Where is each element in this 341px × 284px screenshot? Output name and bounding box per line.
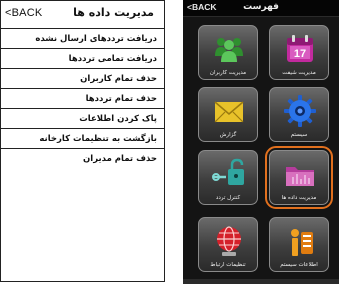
list-item-delete-all-records[interactable]: حذف تمام ترددها <box>1 89 164 109</box>
tile-report[interactable]: گزارش <box>198 87 258 142</box>
tile-system[interactable]: سیستم <box>269 87 329 142</box>
left-header: <BACK مدیریت داده ها <box>1 1 164 29</box>
tile-system-info[interactable]: اطلاعات سیستم <box>269 217 329 272</box>
folder-icon <box>286 167 314 186</box>
bottom-bar <box>183 279 339 284</box>
list-item-label: حذف تمام مدیران <box>83 154 157 164</box>
tile-label: گزارش <box>219 132 237 138</box>
list-item-delete-all-admins[interactable]: حذف تمام مدیران <box>1 149 164 169</box>
tile-label: سیستم <box>290 132 308 138</box>
main-menu-screen: <BACK فهرست 17 مدیریت شیفت مدیریت کاربرا… <box>183 0 339 284</box>
menu-header: <BACK فهرست <box>183 0 339 17</box>
tile-label: تنظیمات ارتباط <box>210 262 246 268</box>
tile-data-management[interactable]: مدیریت داده ها <box>265 146 333 209</box>
tile-label: کنترل تردد <box>215 195 241 201</box>
menu-title: فهرست <box>243 2 279 12</box>
list-item-label: دریافت ترددهای ارسال نشده <box>35 33 157 44</box>
list-item-get-unsent-records[interactable]: دریافت ترددهای ارسال نشده <box>1 29 164 49</box>
list-item-label: بازگشت به تنظیمات کارخانه <box>39 133 157 144</box>
page-title: مدیریت داده ها <box>73 6 154 19</box>
tile-label: مدیریت کاربران <box>209 70 247 76</box>
list-item-label: حذف تمام کاربران <box>80 73 157 84</box>
list-item-get-all-records[interactable]: دریافت تمامی ترددها <box>1 49 164 69</box>
info-icon <box>291 229 313 256</box>
list-item-delete-all-users[interactable]: حذف تمام کاربران <box>1 69 164 89</box>
calendar-icon: 17 <box>287 35 313 62</box>
list-item-label: حذف تمام ترددها <box>85 93 157 104</box>
svg-text:17: 17 <box>294 48 306 60</box>
users-icon <box>215 38 243 62</box>
list-item-label: دریافت تمامی ترددها <box>68 53 157 64</box>
tile-access-control[interactable]: کنترل تردد <box>198 150 258 205</box>
tile-user-management[interactable]: مدیریت کاربران <box>198 25 258 80</box>
tile-shift-management[interactable]: 17 مدیریت شیفت <box>269 25 329 80</box>
list-item-label: پاک کردن اطلاعات <box>79 113 157 124</box>
tile-label: مدیریت داده ها <box>281 195 317 201</box>
tile-label: مدیریت شیفت <box>282 70 316 76</box>
globe-icon <box>217 226 241 256</box>
list-item-clear-data[interactable]: پاک کردن اطلاعات <box>1 109 164 129</box>
tile-label: اطلاعات سیستم <box>280 262 318 268</box>
back-button[interactable]: <BACK <box>5 7 42 19</box>
envelope-icon <box>214 101 244 123</box>
tile-connection-settings[interactable]: تنظیمات ارتباط <box>198 217 258 272</box>
lock-key-icon <box>212 158 244 185</box>
list-item-factory-reset[interactable]: بازگشت به تنظیمات کارخانه <box>1 129 164 149</box>
data-management-screen: <BACK مدیریت داده ها دریافت ترددهای ارسا… <box>0 0 165 282</box>
gear-icon <box>284 95 316 127</box>
